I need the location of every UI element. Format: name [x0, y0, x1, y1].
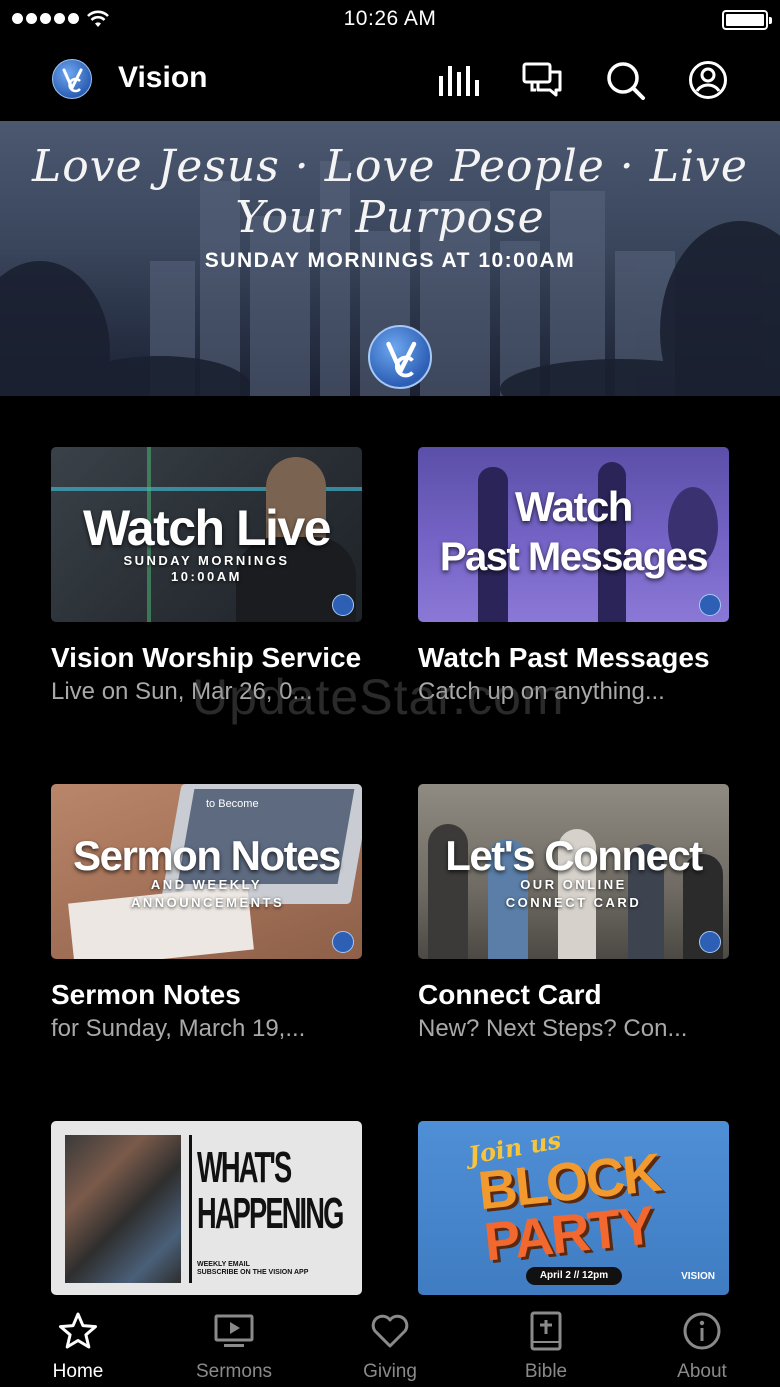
thumb-title: Sermon Notes — [73, 832, 341, 879]
search-icon[interactable] — [605, 60, 645, 100]
app-header: Vision — [0, 40, 780, 120]
card-thumbnail: to Become Sermon Notes AND WEEKLY ANNOUN… — [51, 784, 362, 959]
banner-tagline: Love Jesus · Love People · Live Your Pur… — [32, 141, 748, 243]
tab-label: Sermons — [195, 1361, 273, 1382]
card-title: Connect Card — [418, 979, 602, 1010]
thumb-subtitle-line-1: WEEKLY EMAIL — [197, 1261, 250, 1268]
tab-label: Giving — [363, 1361, 417, 1382]
thumb-subtitle: SUNDAY MORNINGS 10:00AM — [123, 553, 290, 584]
thumb-title: Let's Connect — [445, 832, 703, 879]
status-time: 10:26 AM — [343, 7, 437, 30]
tab-label: Home — [52, 1361, 104, 1382]
banner-logo — [368, 325, 432, 389]
card-thumbnail: Join us BLOCK PARTY April 2 // 12pm VISI… — [418, 1121, 729, 1295]
card-thumbnail: Watch Past Messages — [418, 447, 729, 622]
thumb-subtitle: AND WEEKLY ANNOUNCEMENTS — [131, 877, 285, 910]
tab-giving[interactable]: Giving — [312, 1297, 468, 1387]
vision-mini-logo — [699, 594, 721, 616]
thumb-title-line-1: WHAT'S — [197, 1143, 292, 1192]
vision-mini-logo — [332, 594, 354, 616]
card-title: Sermon Notes — [51, 979, 241, 1010]
card-subtitle: New? Next Steps? Con... — [418, 1015, 688, 1042]
banner-service-time: SUNDAY MORNINGS AT 10:00AM — [204, 249, 576, 272]
thumb-title: Watch Live — [82, 500, 332, 556]
battery-icon — [722, 10, 772, 30]
card-connect[interactable]: Let's Connect OUR ONLINE CONNECT CARD Co… — [418, 784, 729, 1045]
audio-bars-icon[interactable] — [438, 60, 479, 100]
messages-icon[interactable] — [522, 60, 562, 100]
thumb-title-line-1: Watch — [515, 483, 633, 530]
star-icon — [59, 1312, 97, 1349]
vision-logo-mark-icon — [62, 68, 83, 93]
tab-bar: Home Sermons Giving Bible About — [0, 1297, 780, 1387]
thumb-date: April 2 // 12pm — [526, 1267, 622, 1285]
app-title: Vision — [118, 61, 208, 94]
tab-sermons[interactable]: Sermons — [156, 1297, 312, 1387]
vision-mini-logo — [332, 931, 354, 953]
tab-label: Bible — [524, 1361, 568, 1382]
thumb-paper-text: to Become — [206, 798, 259, 810]
status-bar: 10:26 AM — [0, 0, 780, 40]
tab-label: About — [677, 1361, 727, 1382]
heart-icon — [371, 1314, 409, 1348]
thumb-subtitle-line-2: SUBSCRIBE ON THE VISION APP — [197, 1269, 309, 1276]
watermark: UpdateStar.com — [192, 669, 565, 725]
card-sermon-notes[interactable]: to Become Sermon Notes AND WEEKLY ANNOUN… — [51, 784, 362, 1045]
info-icon — [683, 1312, 721, 1350]
card-thumbnail: Let's Connect OUR ONLINE CONNECT CARD — [418, 784, 729, 959]
card-subtitle: for Sunday, March 19,... — [51, 1015, 306, 1042]
vision-logo-mark-icon — [386, 341, 417, 378]
card-thumbnail: WHAT'S HAPPENING WEEKLY EMAIL SUBSCRIBE … — [51, 1121, 362, 1295]
thumb-subtitle: OUR ONLINE CONNECT CARD — [505, 877, 642, 910]
thumb-title-line-2: Past Messages — [439, 535, 709, 579]
card-whats-happening[interactable]: WHAT'S HAPPENING WEEKLY EMAIL SUBSCRIBE … — [51, 1121, 362, 1295]
thumb-title-line-2: HAPPENING — [197, 1189, 344, 1238]
vision-mini-logo — [699, 931, 721, 953]
tv-play-icon — [214, 1314, 254, 1347]
profile-icon[interactable] — [688, 60, 728, 100]
tab-about[interactable]: About — [624, 1297, 780, 1387]
bible-icon — [530, 1311, 562, 1351]
vision-logo[interactable] — [52, 59, 92, 99]
card-block-party[interactable]: Join us BLOCK PARTY April 2 // 12pm VISI… — [418, 1121, 729, 1295]
thumb-brand: VISION — [681, 1271, 715, 1282]
card-thumbnail: Watch Live SUNDAY MORNINGS 10:00AM — [51, 447, 362, 622]
tab-home[interactable]: Home — [0, 1297, 156, 1387]
tab-bible[interactable]: Bible — [468, 1297, 624, 1387]
hero-banner[interactable]: Love Jesus · Love People · Live Your Pur… — [0, 121, 780, 396]
